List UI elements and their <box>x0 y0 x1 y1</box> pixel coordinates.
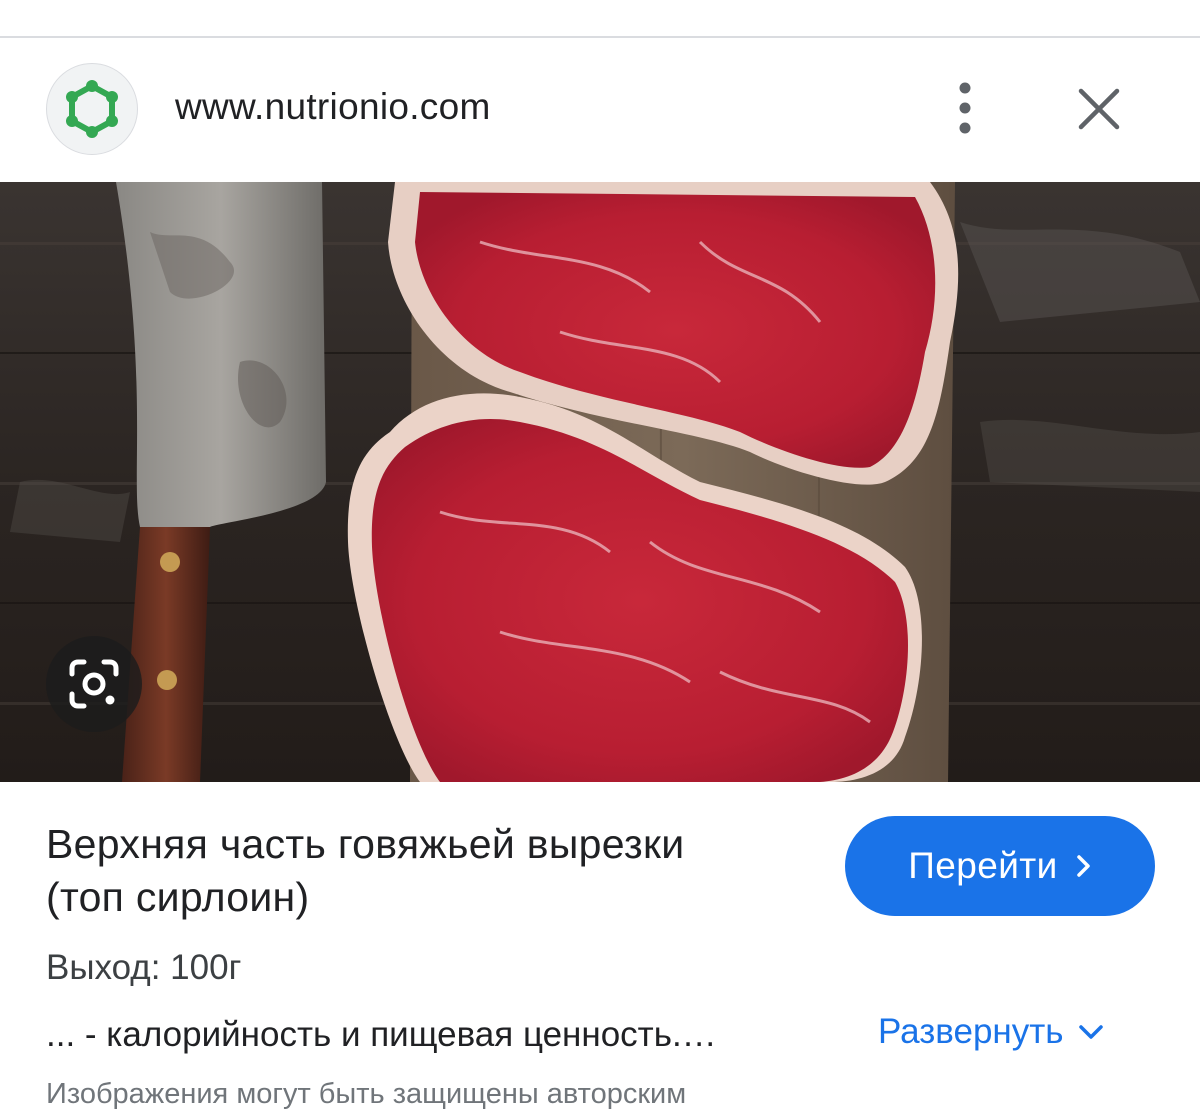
yield-info: Выход: 100г <box>46 948 242 987</box>
result-title-line2: (топ сирлоин) <box>46 874 310 920</box>
google-lens-icon <box>69 659 119 709</box>
result-snippet: ... - калорийность и пищевая ценность.… <box>46 1015 717 1054</box>
expand-button-label: Развернуть <box>878 1012 1064 1051</box>
copyright-notice: Изображения могут быть защищены авторски… <box>46 1078 687 1110</box>
chevron-down-icon <box>1078 1024 1104 1040</box>
close-button[interactable] <box>1070 80 1128 138</box>
top-divider <box>0 36 1200 38</box>
more-vert-icon <box>959 82 971 134</box>
visit-button-label: Перейти <box>908 845 1058 886</box>
visit-button[interactable]: Перейти <box>845 816 1155 916</box>
chevron-right-icon <box>1076 854 1092 878</box>
expand-button[interactable]: Развернуть <box>878 1012 1104 1052</box>
close-icon <box>1078 88 1120 130</box>
site-header: www.nutrionio.com <box>0 58 1200 158</box>
google-lens-button[interactable] <box>46 636 142 732</box>
site-favicon[interactable] <box>46 63 138 155</box>
result-title-line1: Верхняя часть говяжьей вырезки <box>46 821 685 867</box>
site-url[interactable]: www.nutrionio.com <box>175 86 491 128</box>
result-title[interactable]: Верхняя часть говяжьей вырезки (топ сирл… <box>46 818 816 924</box>
nutrionio-logo-icon <box>66 80 118 138</box>
more-options-button[interactable] <box>940 78 990 138</box>
result-image[interactable] <box>0 182 1200 782</box>
